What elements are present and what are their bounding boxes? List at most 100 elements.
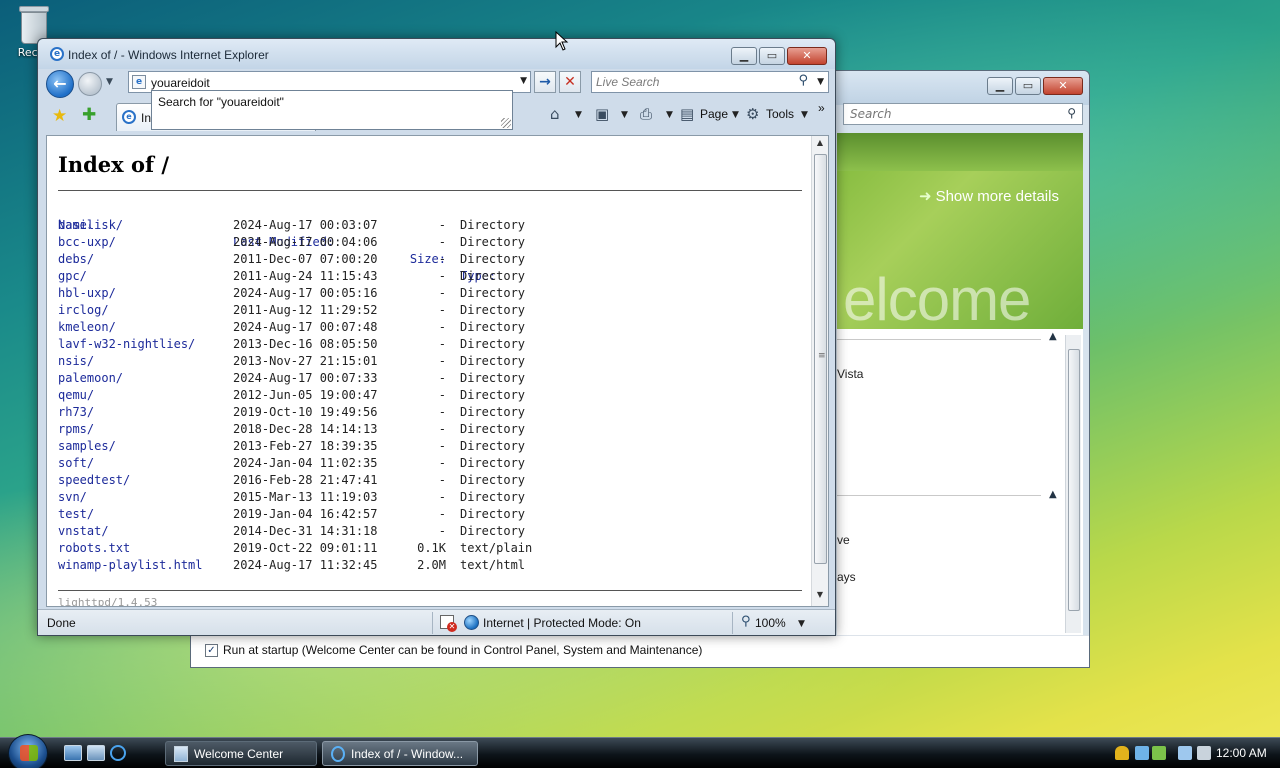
entry-modified: 2024-Aug-17 00:04:06 xyxy=(233,235,378,249)
welcome-center-content: ▲ Vista ▲ ve ays xyxy=(837,329,1083,635)
welcome-banner: ➜ Show more details elcome xyxy=(837,133,1083,329)
network-icon[interactable] xyxy=(1178,746,1192,760)
status-bar: Done ✕ Internet | Protected Mode: On ⚲ 1… xyxy=(38,609,835,635)
scrollbar-thumb[interactable] xyxy=(1068,349,1080,611)
gear-icon: ⚙ xyxy=(746,105,760,123)
entry-name-link[interactable]: speedtest/ xyxy=(58,472,130,489)
popup-blocked-icon[interactable]: ✕ xyxy=(440,615,457,632)
search-icon[interactable]: ⚲ xyxy=(798,73,808,88)
entry-name-link[interactable]: lavf-w32-nightlies/ xyxy=(58,336,195,353)
recent-pages-dropdown-icon[interactable]: ▼ xyxy=(106,77,113,87)
minimize-button[interactable]: ▁ xyxy=(987,77,1013,95)
entry-type: text/plain xyxy=(460,541,533,555)
search-options-dropdown-icon[interactable]: ▼ xyxy=(817,77,824,87)
vertical-scrollbar[interactable] xyxy=(1065,335,1081,633)
horizontal-rule xyxy=(58,590,802,591)
print-icon[interactable]: ⎙ xyxy=(640,105,652,123)
entry-name-link[interactable]: debs/ xyxy=(58,251,94,268)
scrollbar-thumb[interactable]: ≡ xyxy=(814,154,827,564)
entry-name-link[interactable]: bcc-uxp/ xyxy=(58,234,116,251)
resize-grip-icon[interactable] xyxy=(501,118,511,128)
collapse-chevron-icon[interactable]: ▲ xyxy=(1049,489,1057,500)
ie-logo-icon xyxy=(331,746,345,762)
search-icon[interactable]: ⚲ xyxy=(1067,106,1076,120)
live-search-box[interactable]: ⚲ ▼ xyxy=(591,71,829,93)
scroll-up-arrow-icon[interactable]: ▲ xyxy=(812,138,828,147)
show-desktop-icon[interactable] xyxy=(64,745,82,761)
address-input[interactable]: youareidoit xyxy=(151,76,210,90)
taskbar-button-label: Welcome Center xyxy=(194,747,284,761)
tools-dropdown-icon[interactable]: ▼ xyxy=(801,110,808,120)
switch-windows-icon[interactable] xyxy=(87,745,105,761)
system-clock[interactable]: 12:00 AM xyxy=(1216,746,1267,760)
live-search-input[interactable] xyxy=(596,74,786,90)
entry-name-link[interactable]: winamp-playlist.html xyxy=(58,557,203,574)
entry-modified: 2013-Nov-27 21:15:01 xyxy=(233,354,378,368)
close-button[interactable]: ✕ xyxy=(787,47,827,65)
back-button[interactable]: ← xyxy=(46,70,74,98)
entry-name-link[interactable]: test/ xyxy=(58,506,94,523)
home-icon[interactable]: ⌂ xyxy=(550,105,560,123)
entry-name-link[interactable]: gpc/ xyxy=(58,268,87,285)
address-suggestion-dropdown[interactable]: Search for "youareidoit" xyxy=(151,90,513,130)
security-zone-text[interactable]: Internet | Protected Mode: On xyxy=(483,616,641,630)
print-dropdown-icon[interactable]: ▼ xyxy=(666,110,673,120)
taskbar-button-welcome-center[interactable]: Welcome Center xyxy=(165,741,317,766)
address-dropdown-icon[interactable]: ▼ xyxy=(520,76,527,86)
run-at-startup-label[interactable]: Run at startup (Welcome Center can be fo… xyxy=(223,643,702,657)
internet-explorer-window[interactable]: e Index of / - Windows Internet Explorer… xyxy=(37,38,836,636)
minimize-button[interactable]: ▁ xyxy=(731,47,757,65)
home-dropdown-icon[interactable]: ▼ xyxy=(575,110,582,120)
entry-name-link[interactable]: basilisk/ xyxy=(58,217,123,234)
entry-name-link[interactable]: nsis/ xyxy=(58,353,94,370)
entry-name-link[interactable]: vnstat/ xyxy=(58,523,109,540)
maximize-button[interactable]: ▭ xyxy=(1015,77,1041,95)
entry-name-link[interactable]: hbl-uxp/ xyxy=(58,285,116,302)
ie-titlebar[interactable]: e Index of / - Windows Internet Explorer… xyxy=(38,39,835,69)
favorites-center-icon[interactable]: ★ xyxy=(52,106,67,126)
volume-muted-icon[interactable] xyxy=(1197,746,1211,760)
feeds-dropdown-icon[interactable]: ▼ xyxy=(621,110,628,120)
taskbar-button-ie[interactable]: Index of / - Window... xyxy=(322,741,478,766)
windows-defender-icon[interactable] xyxy=(1135,746,1149,760)
back-arrow-icon: ← xyxy=(53,74,67,93)
page-dropdown-icon[interactable]: ▼ xyxy=(732,110,739,120)
zoom-level[interactable]: 100% xyxy=(755,616,786,630)
entry-name-link[interactable]: soft/ xyxy=(58,455,94,472)
update-icon[interactable] xyxy=(1152,746,1166,760)
internet-explorer-quicklaunch-icon[interactable] xyxy=(110,745,126,761)
tools-menu[interactable]: Tools xyxy=(766,107,794,121)
vertical-scrollbar[interactable]: ▲ ≡ ▼ xyxy=(811,136,828,606)
page-menu[interactable]: Page xyxy=(700,107,728,121)
stop-button[interactable]: ✕ xyxy=(559,71,581,93)
go-button[interactable]: → xyxy=(534,71,556,93)
toolbar-overflow-chevron[interactable]: » xyxy=(818,101,825,115)
search-suggestion-item[interactable]: Search for "youareidoit" xyxy=(158,95,284,109)
entry-size: - xyxy=(438,371,446,385)
collapse-chevron-icon[interactable]: ▲ xyxy=(1049,331,1057,342)
entry-name-link[interactable]: rh73/ xyxy=(58,404,94,421)
feeds-icon[interactable]: ▣ xyxy=(595,105,609,123)
start-button[interactable] xyxy=(8,734,48,768)
entry-name-link[interactable]: rpms/ xyxy=(58,421,94,438)
entry-name-link[interactable]: qemu/ xyxy=(58,387,94,404)
entry-name-link[interactable]: samples/ xyxy=(58,438,116,455)
security-shield-icon[interactable] xyxy=(1115,746,1129,760)
show-more-details-link[interactable]: ➜ Show more details xyxy=(919,187,1059,205)
entry-name-link[interactable]: irclog/ xyxy=(58,302,109,319)
forward-button[interactable] xyxy=(78,72,102,96)
zoom-dropdown-icon[interactable]: ▼ xyxy=(798,619,805,629)
add-to-favorites-icon[interactable]: ✚ xyxy=(82,105,96,125)
close-button[interactable]: ✕ xyxy=(1043,77,1083,95)
welcome-center-search-input[interactable]: Search ⚲ xyxy=(843,103,1083,125)
entry-name-link[interactable]: svn/ xyxy=(58,489,87,506)
entry-size: - xyxy=(438,405,446,419)
go-arrow-icon: → xyxy=(539,74,551,90)
scroll-down-arrow-icon[interactable]: ▼ xyxy=(812,590,828,599)
entry-name-link[interactable]: robots.txt xyxy=(58,540,130,557)
run-at-startup-checkbox[interactable]: ✓ xyxy=(205,644,218,657)
entry-size: - xyxy=(438,422,446,436)
maximize-button[interactable]: ▭ xyxy=(759,47,785,65)
entry-name-link[interactable]: palemoon/ xyxy=(58,370,123,387)
entry-name-link[interactable]: kmeleon/ xyxy=(58,319,116,336)
